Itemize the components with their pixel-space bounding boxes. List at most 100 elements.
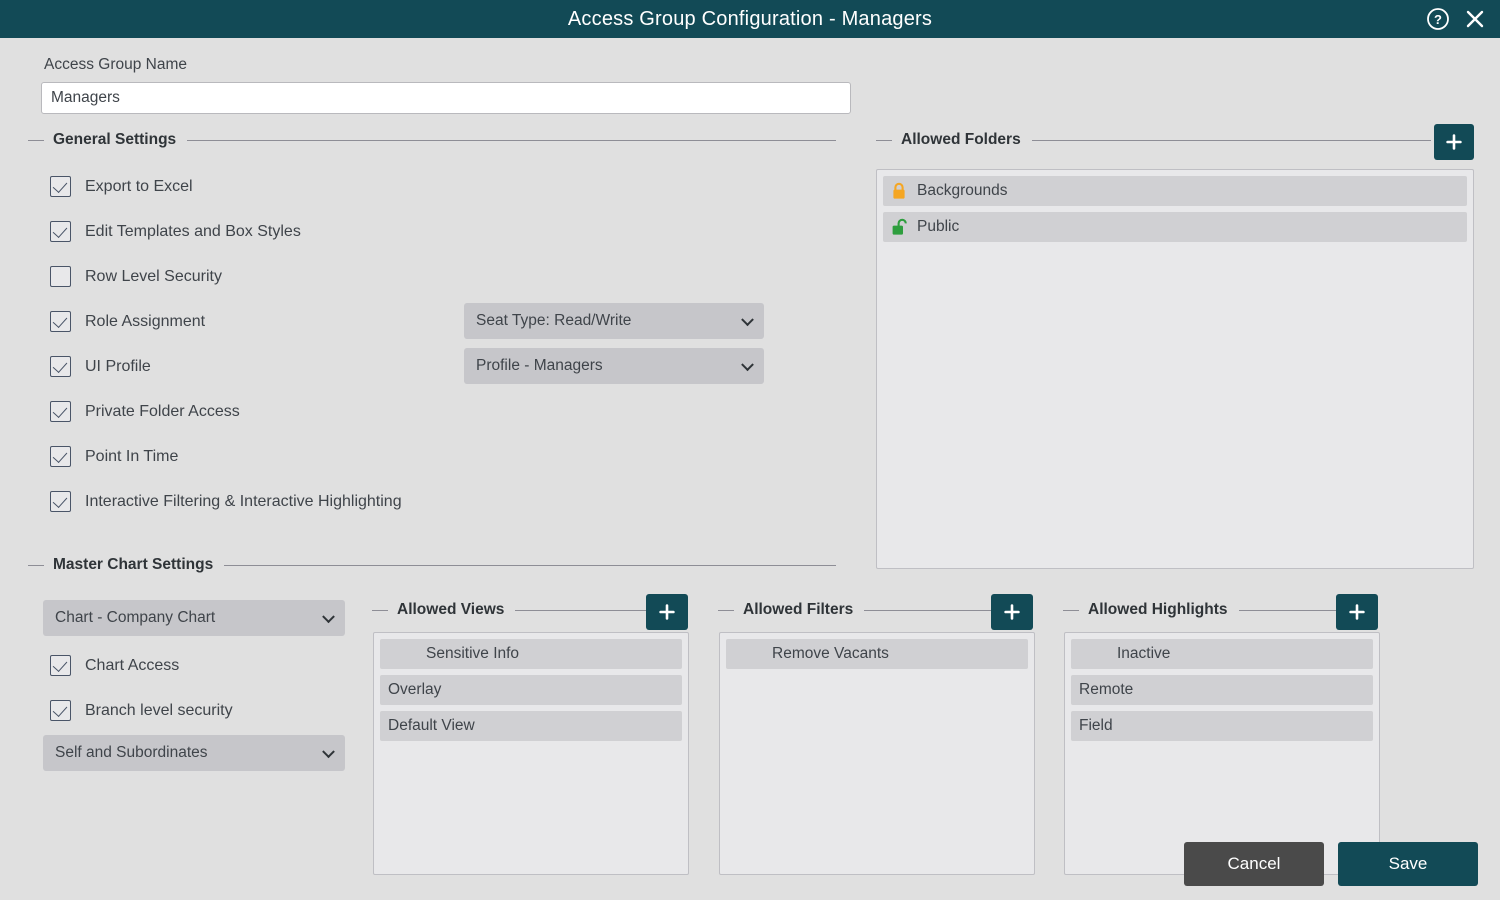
- legend-rule: [1238, 609, 1339, 611]
- checkbox-role-assignment[interactable]: [50, 311, 71, 332]
- chart-select[interactable]: Chart - Company Chart: [43, 600, 345, 636]
- access-group-name-input[interactable]: [41, 82, 851, 114]
- legend-dash-icon: [1063, 609, 1079, 611]
- allowed-filters-legend: Allowed Filters: [718, 601, 994, 619]
- legend-dash-icon: [876, 139, 892, 141]
- dialog-footer: Cancel Save: [1184, 842, 1478, 886]
- legend-dash-icon: [28, 139, 44, 141]
- checkbox-edit-templates-and-box-styles[interactable]: [50, 221, 71, 242]
- chevron-down-icon: [741, 313, 754, 327]
- legend-rule: [515, 609, 648, 611]
- checkbox-point-in-time[interactable]: [50, 446, 71, 467]
- checkbox-row-chart-access[interactable]: Chart Access: [50, 643, 350, 688]
- legend-dash-icon: [28, 564, 44, 566]
- allowed-folders-legend: Allowed Folders: [876, 131, 1431, 149]
- plus-icon: [1349, 604, 1365, 620]
- general-settings-checkbox-list: Export to Excel Edit Templates and Box S…: [50, 164, 490, 524]
- branch-scope-select-value: Self and Subordinates: [55, 744, 208, 761]
- legend-rule: [224, 564, 836, 566]
- checkbox-row-row-level-security[interactable]: Row Level Security: [50, 254, 490, 299]
- allowed-views-legend: Allowed Views: [372, 601, 648, 619]
- allowed-views-title: Allowed Views: [397, 601, 505, 618]
- general-settings-title: General Settings: [53, 131, 177, 148]
- allowed-folders-title: Allowed Folders: [901, 131, 1021, 148]
- add-allowed-highlight-button[interactable]: [1336, 594, 1378, 630]
- legend-dash-icon: [718, 609, 734, 611]
- checkbox-label: Export to Excel: [85, 177, 193, 195]
- checkbox-row-export-to-excel[interactable]: Export to Excel: [50, 164, 490, 209]
- checkbox-label: UI Profile: [85, 357, 151, 375]
- help-circle-icon[interactable]: ?: [1426, 7, 1450, 31]
- add-allowed-view-button[interactable]: [646, 594, 688, 630]
- chevron-down-icon: [322, 745, 335, 759]
- legend-dash-icon: [372, 609, 388, 611]
- checkbox-row-point-in-time[interactable]: Point In Time: [50, 434, 490, 479]
- allowed-highlights-title: Allowed Highlights: [1088, 601, 1228, 618]
- checkbox-row-branch-level-security[interactable]: Branch level security: [50, 688, 350, 733]
- seat-type-select[interactable]: Seat Type: Read/Write: [464, 303, 764, 339]
- list-item[interactable]: Field: [1071, 711, 1373, 741]
- window-titlebar: Access Group Configuration - Managers ?: [0, 0, 1500, 38]
- list-item[interactable]: Overlay: [380, 675, 682, 705]
- master-chart-settings-legend: Master Chart Settings: [28, 556, 836, 574]
- checkbox-label: Chart Access: [85, 656, 180, 674]
- checkbox-row-edit-templates-and-box-styles[interactable]: Edit Templates and Box Styles: [50, 209, 490, 254]
- master-chart-checkbox-list: Chart Access Branch level security: [50, 643, 350, 733]
- checkbox-row-level-security[interactable]: [50, 266, 71, 287]
- close-icon[interactable]: [1464, 8, 1486, 30]
- add-allowed-filter-button[interactable]: [991, 594, 1033, 630]
- checkbox-label: Row Level Security: [85, 267, 222, 285]
- add-allowed-folder-button[interactable]: [1434, 124, 1474, 160]
- master-chart-settings-title: Master Chart Settings: [53, 556, 214, 573]
- checkbox-ui-profile[interactable]: [50, 356, 71, 377]
- chevron-down-icon: [741, 358, 754, 372]
- checkbox-interactive-filtering-highlighting[interactable]: [50, 491, 71, 512]
- list-item[interactable]: Remove Vacants: [726, 639, 1028, 669]
- lock-open-icon: [891, 218, 907, 236]
- general-settings-legend: General Settings: [28, 131, 836, 149]
- list-item-label: Default View: [388, 717, 475, 734]
- allowed-highlights-list: Inactive Remote Field: [1064, 632, 1380, 875]
- legend-rule: [864, 609, 994, 611]
- branch-scope-select[interactable]: Self and Subordinates: [43, 735, 345, 771]
- checkbox-label: Branch level security: [85, 701, 233, 719]
- plus-icon: [659, 604, 675, 620]
- list-item[interactable]: Sensitive Info: [380, 639, 682, 669]
- checkbox-private-folder-access[interactable]: [50, 401, 71, 422]
- list-item-label: Public: [917, 218, 960, 235]
- seat-type-select-value: Seat Type: Read/Write: [476, 312, 632, 329]
- allowed-views-list: Sensitive Info Overlay Default View: [373, 632, 689, 875]
- svg-text:?: ?: [1434, 12, 1442, 27]
- list-item[interactable]: Public: [883, 212, 1467, 242]
- list-item-label: Sensitive Info: [426, 645, 520, 662]
- checkbox-label: Interactive Filtering & Interactive High…: [85, 492, 402, 510]
- checkbox-label: Point In Time: [85, 447, 179, 465]
- checkbox-chart-access[interactable]: [50, 655, 71, 676]
- checkbox-row-role-assignment[interactable]: Role Assignment: [50, 299, 490, 344]
- list-item[interactable]: Remote: [1071, 675, 1373, 705]
- profile-select-value: Profile - Managers: [476, 357, 603, 374]
- list-item-label: Overlay: [388, 681, 442, 698]
- checkbox-label: Role Assignment: [85, 312, 206, 330]
- list-item[interactable]: Default View: [380, 711, 682, 741]
- profile-select[interactable]: Profile - Managers: [464, 348, 764, 384]
- allowed-folders-list: Backgrounds Public: [876, 169, 1474, 569]
- checkbox-row-ui-profile[interactable]: UI Profile: [50, 344, 490, 389]
- list-item[interactable]: Inactive: [1071, 639, 1373, 669]
- chart-select-value: Chart - Company Chart: [55, 609, 216, 626]
- checkbox-label: Edit Templates and Box Styles: [85, 222, 301, 240]
- list-item-label: Remove Vacants: [772, 645, 889, 662]
- cancel-button[interactable]: Cancel: [1184, 842, 1324, 886]
- window-title: Access Group Configuration - Managers: [567, 7, 933, 30]
- checkbox-export-to-excel[interactable]: [50, 176, 71, 197]
- list-item-label: Inactive: [1117, 645, 1171, 662]
- titlebar-actions: ?: [1426, 0, 1486, 38]
- checkbox-row-interactive-filtering-highlighting[interactable]: Interactive Filtering & Interactive High…: [50, 479, 490, 524]
- checkbox-row-private-folder-access[interactable]: Private Folder Access: [50, 389, 490, 434]
- checkbox-branch-level-security[interactable]: [50, 700, 71, 721]
- list-item[interactable]: Backgrounds: [883, 176, 1467, 206]
- list-item-label: Field: [1079, 717, 1113, 734]
- save-button[interactable]: Save: [1338, 842, 1478, 886]
- list-item-label: Backgrounds: [917, 182, 1008, 199]
- lock-closed-icon: [891, 182, 907, 200]
